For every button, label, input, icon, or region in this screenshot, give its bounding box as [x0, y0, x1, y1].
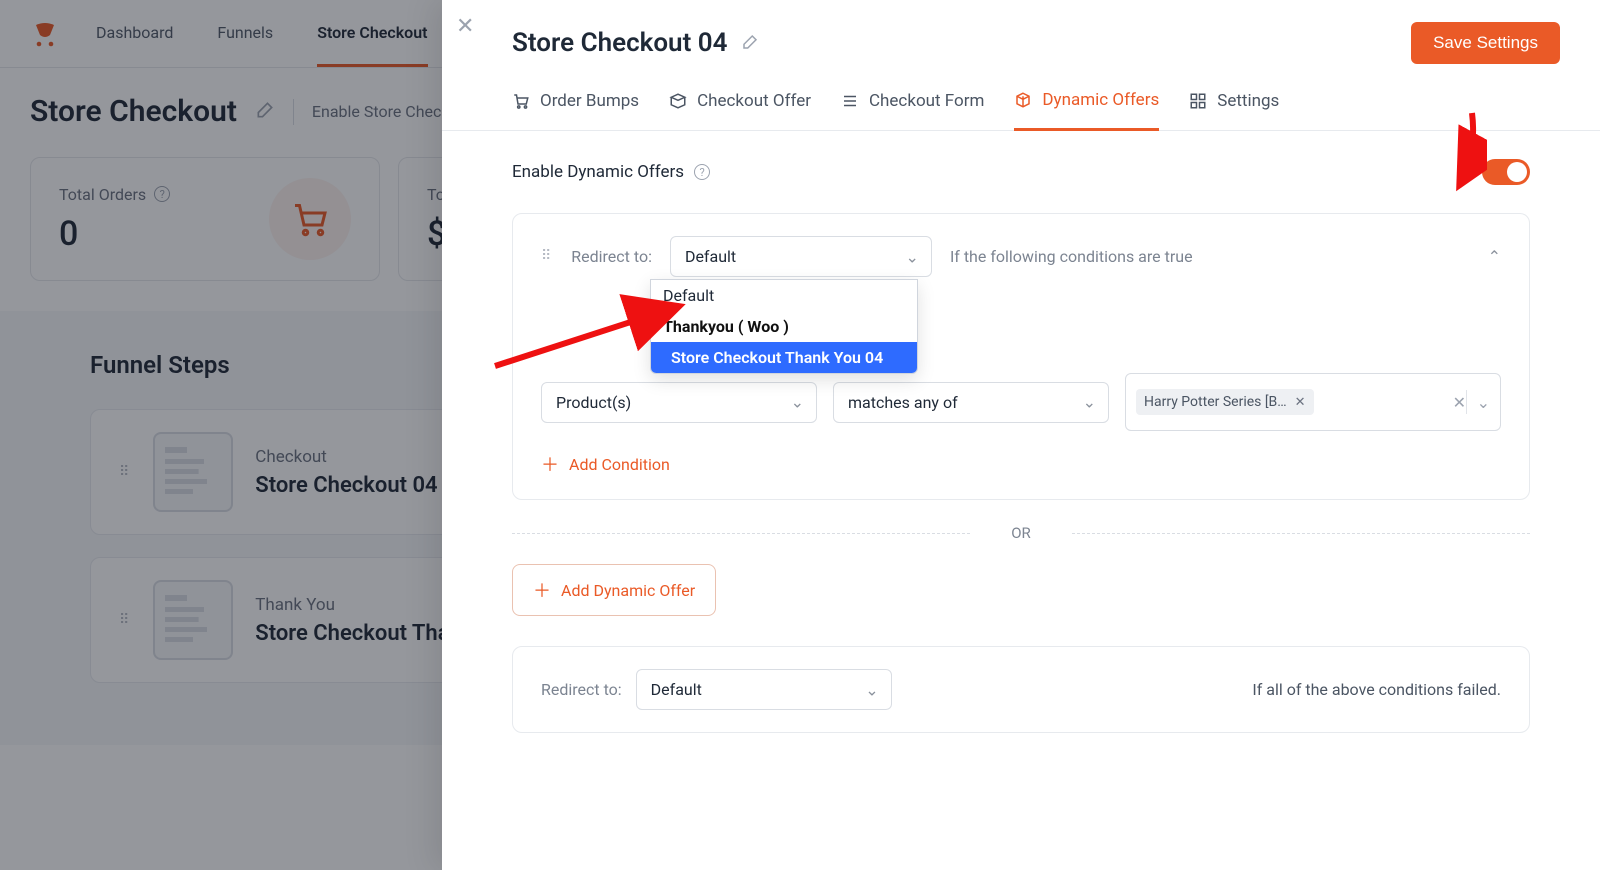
add-dynamic-label: Add Dynamic Offer	[561, 581, 695, 600]
fallback-redirect-value: Default	[651, 680, 702, 699]
chevron-down-icon: ⌄	[1083, 393, 1096, 412]
tab-settings[interactable]: Settings	[1189, 90, 1279, 130]
redirect-dropdown: Default Thankyou ( Woo ) Store Checkout …	[650, 279, 918, 374]
add-dynamic-offer-button[interactable]: ＋ Add Dynamic Offer	[512, 564, 716, 616]
enable-dynamic-label: Enable Dynamic Offers	[512, 162, 684, 182]
chevron-down-icon: ⌄	[791, 393, 804, 412]
remove-tag-icon[interactable]: ✕	[1295, 395, 1306, 410]
settings-panel: ✕ Store Checkout 04 Save Settings Order …	[442, 0, 1600, 870]
save-settings-button[interactable]: Save Settings	[1411, 22, 1560, 64]
tab-label: Settings	[1217, 91, 1279, 111]
tab-label: Checkout Form	[869, 91, 984, 111]
redirect-select-value: Default	[685, 247, 736, 266]
fallback-redirect-select[interactable]: Default ⌄	[636, 669, 892, 710]
tab-order-bumps[interactable]: Order Bumps	[512, 90, 639, 130]
rule-card: ⠿ Redirect to: Default ⌄ If the followin…	[512, 213, 1530, 500]
grid-icon	[1189, 92, 1207, 110]
condition-value-multiselect[interactable]: Harry Potter Series [B… ✕ ✕ ⌄	[1125, 373, 1501, 431]
box-icon	[669, 92, 687, 110]
tab-label: Dynamic Offers	[1042, 90, 1159, 110]
chevron-up-icon[interactable]: ⌃	[1488, 247, 1501, 266]
fallback-text: If all of the above conditions failed.	[1252, 680, 1501, 699]
panel-title: Store Checkout 04	[512, 28, 727, 58]
tab-label: Order Bumps	[540, 91, 639, 111]
tag-label: Harry Potter Series [B…	[1144, 394, 1287, 410]
or-divider: OR	[512, 524, 1530, 542]
edit-icon[interactable]	[741, 28, 759, 58]
add-condition-button[interactable]: ＋ Add Condition	[541, 451, 1501, 477]
dropdown-option-thankyou-woo[interactable]: Thankyou ( Woo )	[651, 311, 917, 342]
cube-icon	[1014, 91, 1032, 109]
condition-field-value: Product(s)	[556, 393, 631, 412]
dropdown-option-default[interactable]: Default	[651, 280, 917, 311]
condition-operator-select[interactable]: matches any of ⌄	[833, 382, 1109, 423]
fallback-card: Redirect to: Default ⌄ If all of the abo…	[512, 646, 1530, 733]
dropdown-option-store-checkout-thankyou[interactable]: Store Checkout Thank You 04	[651, 342, 917, 373]
cart-icon	[512, 92, 530, 110]
condition-field-select[interactable]: Product(s) ⌄	[541, 382, 817, 423]
chevron-down-icon[interactable]: ⌄	[1466, 390, 1490, 414]
clear-icon[interactable]: ✕	[1453, 393, 1466, 412]
redirect-select[interactable]: Default ⌄	[670, 236, 932, 277]
selected-tag: Harry Potter Series [B… ✕	[1136, 389, 1314, 415]
list-icon	[841, 92, 859, 110]
conditions-text: If the following conditions are true	[950, 247, 1193, 266]
tabs: Order Bumps Checkout Offer Checkout Form…	[442, 64, 1600, 131]
drag-handle-icon[interactable]: ⠿	[541, 253, 553, 260]
condition-operator-value: matches any of	[848, 393, 958, 412]
tab-dynamic-offers[interactable]: Dynamic Offers	[1014, 90, 1159, 131]
close-icon[interactable]: ✕	[456, 14, 474, 39]
enable-dynamic-toggle[interactable]	[1482, 159, 1530, 185]
chevron-down-icon: ⌄	[906, 247, 919, 266]
fallback-redirect-label: Redirect to:	[541, 680, 622, 699]
plus-icon: ＋	[533, 577, 551, 603]
tab-label: Checkout Offer	[697, 91, 811, 111]
tab-checkout-form[interactable]: Checkout Form	[841, 90, 984, 130]
add-condition-label: Add Condition	[569, 455, 670, 474]
tab-checkout-offer[interactable]: Checkout Offer	[669, 90, 811, 130]
chevron-down-icon: ⌄	[865, 680, 878, 699]
plus-icon: ＋	[541, 451, 559, 477]
redirect-label: Redirect to:	[571, 247, 652, 266]
help-icon[interactable]: ?	[694, 164, 710, 180]
